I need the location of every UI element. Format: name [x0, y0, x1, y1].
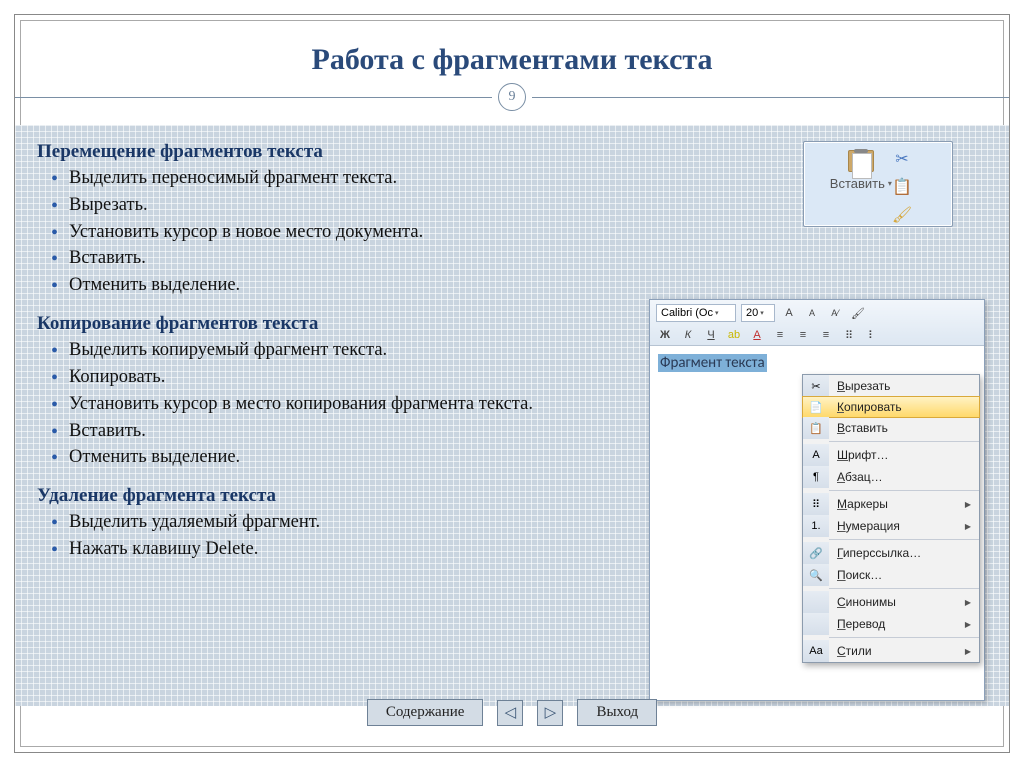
menu-item-label: Маркеры — [829, 497, 965, 511]
scissors-icon[interactable]: ✂ — [895, 149, 908, 169]
prev-button[interactable]: ◁ — [497, 700, 523, 726]
list-item: Отменить выделение. — [47, 272, 987, 299]
menu-separator — [829, 539, 979, 540]
menu-item-paste[interactable]: 📋Вставить — [803, 417, 979, 439]
title-divider: 9 — [15, 87, 1009, 107]
format-painter-icon[interactable]: 🖌 — [849, 304, 867, 322]
menu-item-label: Шрифт… — [829, 448, 979, 462]
translate-icon — [803, 613, 829, 635]
format-painter-icon[interactable]: 🖌 — [892, 205, 912, 225]
search-icon: 🔍 — [803, 564, 829, 586]
font-name-combo[interactable]: Calibri (Ос▾ — [656, 304, 736, 322]
paste-icon[interactable]: Вставить▾ — [844, 149, 878, 191]
change-case-icon[interactable]: A⁄ — [826, 304, 844, 322]
align-icon[interactable]: ≡ — [771, 326, 789, 344]
submenu-arrow-icon: ▶ — [965, 598, 979, 607]
menu-item-search[interactable]: 🔍Поиск… — [803, 564, 979, 586]
menu-item-label: Нумерация — [829, 519, 965, 533]
outer-frame: Работа с фрагментами текста 9 Перемещени… — [14, 14, 1010, 753]
menu-item-label: Вставить — [829, 421, 979, 435]
styles-icon: Aa — [803, 640, 829, 662]
menu-item-paragraph[interactable]: ¶Абзац… — [803, 466, 979, 488]
menu-separator — [829, 637, 979, 638]
menu-item-label: Вырезать — [829, 379, 979, 393]
page-number: 9 — [498, 83, 526, 111]
menu-item-label: Абзац… — [829, 470, 979, 484]
submenu-arrow-icon: ▶ — [965, 522, 979, 531]
menu-separator — [829, 588, 979, 589]
contents-button[interactable]: Содержание — [367, 699, 484, 726]
menu-item-bullets[interactable]: ⠿Маркеры▶ — [803, 493, 979, 515]
context-menu: ✂Вырезать📄Копировать📋ВставитьAШрифт…¶Абз… — [802, 374, 980, 663]
menu-item-label: Поиск… — [829, 568, 979, 582]
paste-panel: Вставить▾ ✂ 📋 🖌 — [803, 141, 953, 227]
font-size-combo[interactable]: 20▾ — [741, 304, 775, 322]
menu-separator — [829, 441, 979, 442]
font-color-icon[interactable]: A — [748, 326, 766, 344]
paste-icon: 📋 — [803, 417, 829, 439]
indent-increase-icon[interactable]: ≡ — [817, 326, 835, 344]
selected-text: Фрагмент текста — [658, 354, 767, 372]
indent-decrease-icon[interactable]: ≡ — [794, 326, 812, 344]
menu-item-font[interactable]: AШрифт… — [803, 444, 979, 466]
menu-item-hyperlink[interactable]: 🔗Гиперссылка… — [803, 542, 979, 564]
bold-icon[interactable]: Ж — [656, 326, 674, 344]
grow-font-icon[interactable]: A — [780, 304, 798, 322]
menu-item-translate[interactable]: Перевод▶ — [803, 613, 979, 635]
menu-item-numbering[interactable]: 1.Нумерация▶ — [803, 515, 979, 537]
bullets-icon[interactable]: ⠿ — [840, 326, 858, 344]
synonyms-icon — [803, 591, 829, 613]
exit-button[interactable]: Выход — [577, 699, 657, 726]
numbering-icon[interactable]: ⠇ — [863, 326, 881, 344]
menu-item-copy[interactable]: 📄Копировать — [802, 396, 980, 418]
copy-icon: 📄 — [803, 396, 829, 418]
menu-item-label: Гиперссылка… — [829, 546, 979, 560]
menu-item-label: Перевод — [829, 617, 965, 631]
menu-item-label: Стили — [829, 644, 965, 658]
cut-icon: ✂ — [803, 375, 829, 397]
mini-toolbar: Calibri (Ос▾ 20▾ A A A⁄ 🖌 Ж К Ч ab A ≡ ≡… — [650, 300, 984, 346]
hyperlink-icon: 🔗 — [803, 542, 829, 564]
shrink-font-icon[interactable]: A — [803, 304, 821, 322]
bullets-icon: ⠿ — [803, 493, 829, 515]
font-icon: A — [803, 444, 829, 466]
menu-separator — [829, 490, 979, 491]
italic-icon[interactable]: К — [679, 326, 697, 344]
menu-item-styles[interactable]: AaСтили▶ — [803, 640, 979, 662]
menu-item-label: Синонимы — [829, 595, 965, 609]
submenu-arrow-icon: ▶ — [965, 647, 979, 656]
menu-item-cut[interactable]: ✂Вырезать — [803, 375, 979, 397]
paragraph-icon: ¶ — [803, 466, 829, 488]
next-button[interactable]: ▷ — [537, 700, 563, 726]
numbering-icon: 1. — [803, 515, 829, 537]
bottom-controls: Содержание ◁ ▷ Выход — [15, 699, 1009, 726]
menu-item-synonyms[interactable]: Синонимы▶ — [803, 591, 979, 613]
submenu-arrow-icon: ▶ — [965, 620, 979, 629]
submenu-arrow-icon: ▶ — [965, 500, 979, 509]
highlight-icon[interactable]: ab — [725, 326, 743, 344]
menu-item-label: Копировать — [829, 400, 979, 414]
list-item: Вставить. — [47, 245, 987, 272]
copy-icon[interactable]: 📋 — [892, 177, 912, 197]
underline-icon[interactable]: Ч — [702, 326, 720, 344]
context-preview: Calibri (Ос▾ 20▾ A A A⁄ 🖌 Ж К Ч ab A ≡ ≡… — [649, 299, 985, 701]
